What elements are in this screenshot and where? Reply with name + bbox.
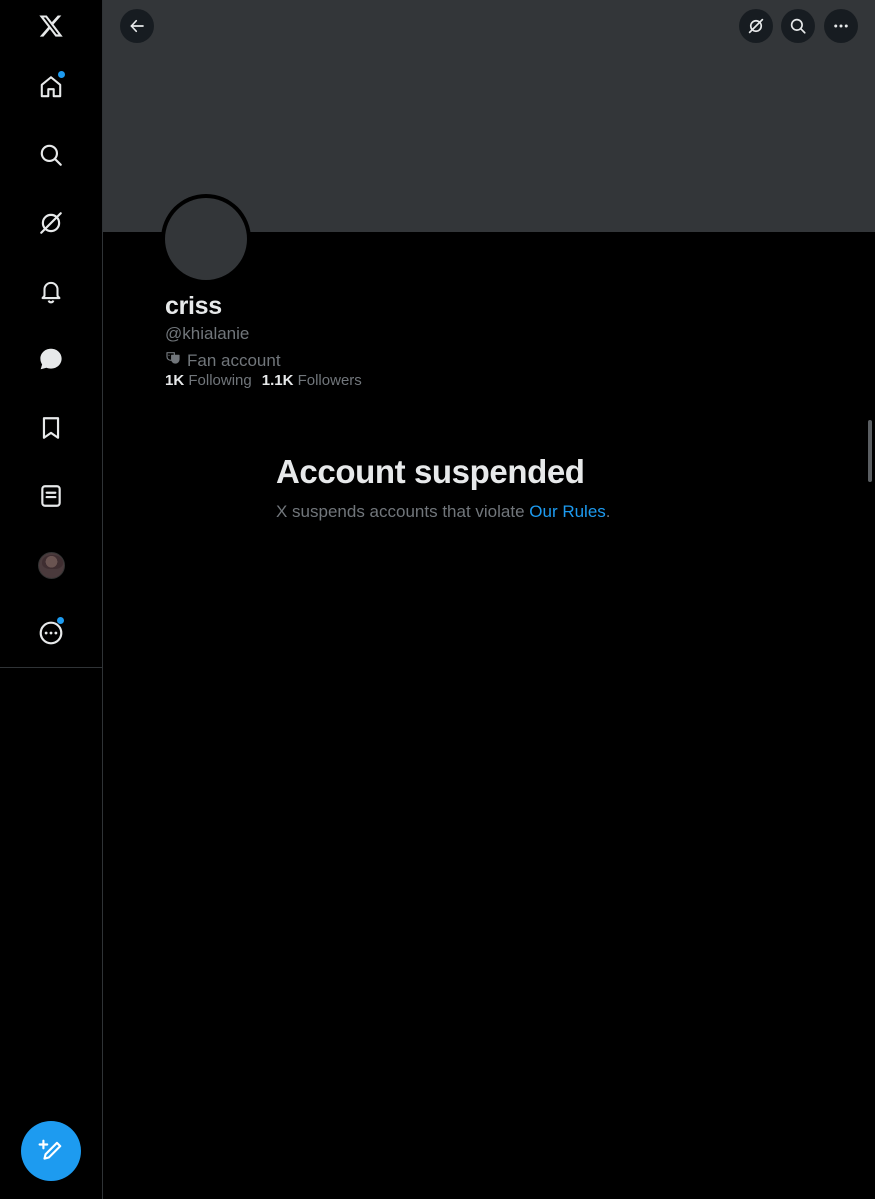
profile-category: Fan account xyxy=(165,350,281,371)
sidebar-item-lists[interactable] xyxy=(26,471,76,521)
sidebar-item-more[interactable] xyxy=(26,608,76,658)
bell-icon xyxy=(41,281,61,304)
bookmark-icon xyxy=(42,417,60,439)
grok-icon xyxy=(40,212,62,234)
following-count: 1K xyxy=(165,372,185,389)
profile-stats: 1K Following 1.1K Followers xyxy=(165,372,362,389)
avatar xyxy=(37,551,65,579)
scrollbar[interactable] xyxy=(868,420,872,482)
user-handle: @khialanie xyxy=(165,324,250,343)
search-icon xyxy=(40,144,62,166)
sidebar-item-notifications[interactable] xyxy=(26,266,76,316)
x-logo[interactable] xyxy=(26,1,76,51)
followers-stat[interactable]: 1.1K Followers xyxy=(262,372,362,389)
profile-main: criss @khialanie Fan account 1K Followin… xyxy=(103,0,875,1199)
our-rules-link[interactable]: Our Rules xyxy=(529,502,606,521)
back-arrow-icon xyxy=(130,19,144,33)
compose-button[interactable] xyxy=(21,1121,81,1181)
suspended-title: Account suspended xyxy=(276,453,585,490)
avatar-placeholder xyxy=(165,198,247,280)
followers-label: Followers xyxy=(297,372,362,389)
suspended-suffix: . xyxy=(605,502,611,521)
notification-dot xyxy=(57,617,64,624)
sidebar-item-explore[interactable] xyxy=(26,130,76,180)
search-icon xyxy=(790,18,806,34)
category-label: Fan account xyxy=(187,350,281,370)
following-stat[interactable]: 1K Following xyxy=(165,372,252,389)
profile-avatar xyxy=(161,194,251,284)
back-button[interactable] xyxy=(120,9,154,43)
list-icon xyxy=(41,485,61,507)
compose-icon xyxy=(38,1139,62,1160)
sidebar-item-bookmarks[interactable] xyxy=(26,403,76,453)
x-logo-icon xyxy=(39,15,63,37)
sidebar-item-profile[interactable] xyxy=(26,540,76,590)
grok-icon xyxy=(748,18,764,34)
sidebar-divider xyxy=(0,667,102,668)
suspended-message: X suspends accounts that violate Our Rul… xyxy=(276,502,611,522)
more-options-button[interactable] xyxy=(824,9,858,43)
grok-button[interactable] xyxy=(739,9,773,43)
followers-count: 1.1K xyxy=(261,372,294,389)
theater-masks-icon xyxy=(165,350,181,371)
sidebar-item-grok[interactable] xyxy=(26,198,76,248)
suspended-text: X suspends accounts that violate xyxy=(276,502,530,521)
sidebar-item-messages[interactable] xyxy=(26,334,76,384)
search-button[interactable] xyxy=(781,9,815,43)
sidebar-nav xyxy=(0,0,103,1199)
following-label: Following xyxy=(188,372,252,389)
message-icon xyxy=(40,348,62,370)
notification-dot xyxy=(58,71,65,78)
display-name: criss xyxy=(165,292,222,320)
more-horizontal-icon xyxy=(834,24,848,28)
sidebar-item-home[interactable] xyxy=(26,62,76,112)
